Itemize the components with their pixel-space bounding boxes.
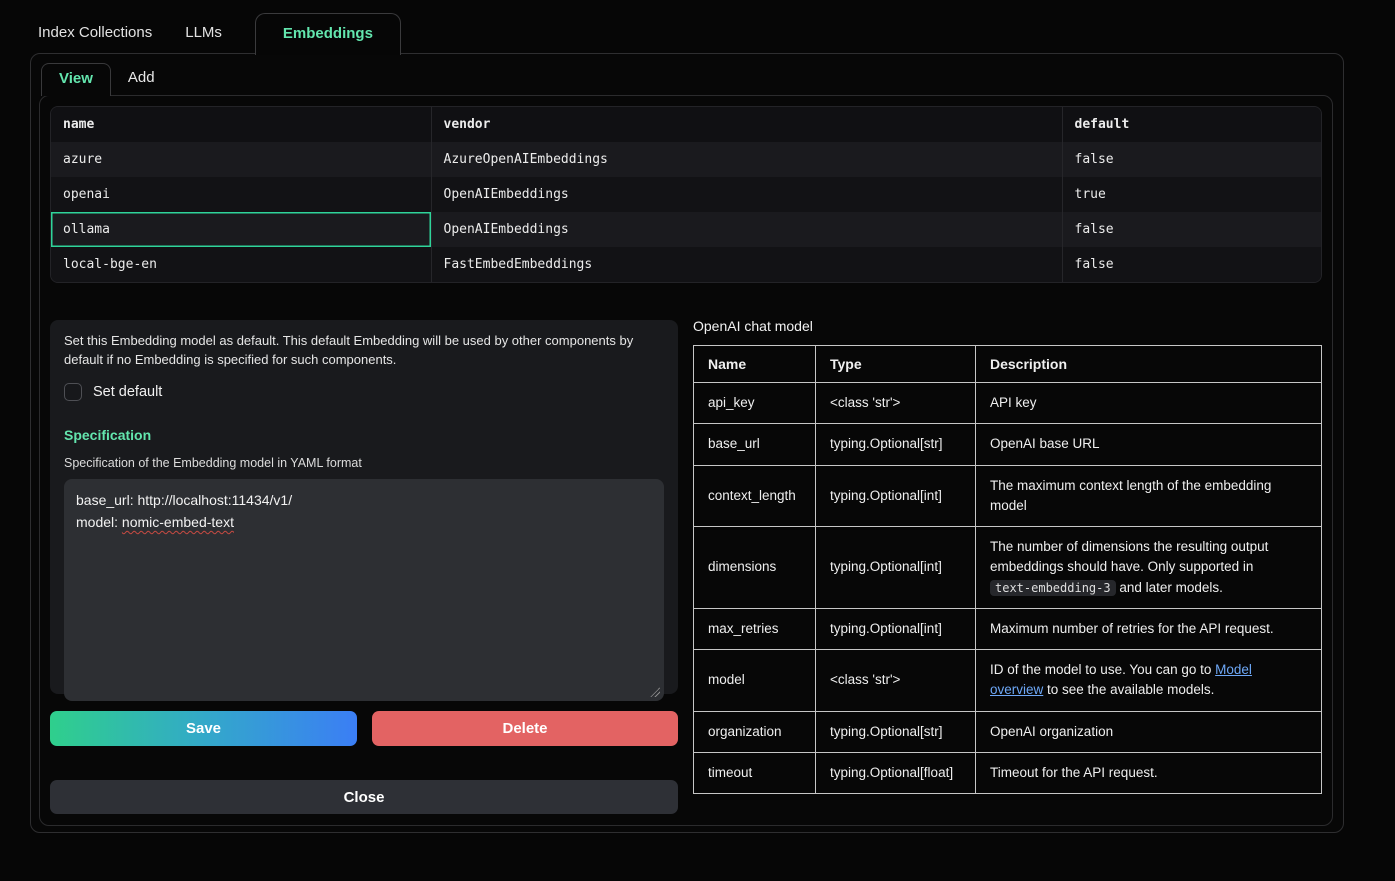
param-description-cell: Timeout for the API request. xyxy=(976,752,1322,793)
model-row-openai[interactable]: openai OpenAIEmbeddings true xyxy=(51,177,1321,212)
param-row-timeout: timeout typing.Optional[float] Timeout f… xyxy=(694,752,1322,793)
param-type-cell: typing.Optional[str] xyxy=(816,711,976,752)
tab-embeddings[interactable]: Embeddings xyxy=(255,13,401,55)
description-text: and later models. xyxy=(1116,580,1223,595)
set-default-checkbox[interactable] xyxy=(64,383,82,401)
embeddings-panel: View Add name vendor default azure Azure… xyxy=(30,53,1344,833)
model-details-panel: OpenAI chat model Name Type Description … xyxy=(693,318,1322,794)
models-header-row: name vendor default xyxy=(51,107,1321,142)
yaml-line-1: base_url: http://localhost:11434/v1/ xyxy=(76,489,652,511)
param-type-cell: typing.Optional[float] xyxy=(816,752,976,793)
model-vendor-cell: FastEmbedEmbeddings xyxy=(431,247,1062,282)
model-row-azure[interactable]: azure AzureOpenAIEmbeddings false xyxy=(51,142,1321,177)
params-header-name: Name xyxy=(694,346,816,383)
main-tab-bar: Index Collections LLMs Embeddings xyxy=(30,13,401,54)
param-name-cell: dimensions xyxy=(694,527,816,609)
delete-button[interactable]: Delete xyxy=(372,711,678,746)
set-default-description: Set this Embedding model as default. Thi… xyxy=(64,332,664,370)
textarea-resize-handle[interactable] xyxy=(650,687,660,697)
description-text: The number of dimensions the resulting o… xyxy=(990,539,1268,574)
action-button-row: Save Delete xyxy=(50,711,678,746)
description-text: Maximum number of retries for the API re… xyxy=(990,621,1274,636)
set-default-row: Set default xyxy=(64,383,664,401)
models-header-vendor: vendor xyxy=(431,107,1062,142)
description-text: OpenAI organization xyxy=(990,724,1113,739)
embedding-config-panel: Set this Embedding model as default. Thi… xyxy=(50,320,678,694)
description-text: ID of the model to use. You can go to xyxy=(990,662,1215,677)
model-row-local-bge-en[interactable]: local-bge-en FastEmbedEmbeddings false xyxy=(51,247,1321,282)
model-default-cell: false xyxy=(1062,212,1321,247)
model-default-cell: false xyxy=(1062,247,1321,282)
param-row-context-length: context_length typing.Optional[int] The … xyxy=(694,465,1322,527)
model-name-cell[interactable]: openai xyxy=(51,177,431,212)
param-name-cell: max_retries xyxy=(694,608,816,649)
description-text: to see the available models. xyxy=(1043,682,1214,697)
close-button[interactable]: Close xyxy=(50,780,678,814)
view-panel: name vendor default azure AzureOpenAIEmb… xyxy=(39,95,1333,826)
description-text: The maximum context length of the embedd… xyxy=(990,478,1271,513)
param-type-cell: typing.Optional[str] xyxy=(816,424,976,465)
model-vendor-cell: OpenAIEmbeddings xyxy=(431,212,1062,247)
model-default-cell: false xyxy=(1062,142,1321,177)
param-type-cell: typing.Optional[int] xyxy=(816,608,976,649)
models-header-default: default xyxy=(1062,107,1321,142)
param-description-cell: API key xyxy=(976,383,1322,424)
param-row-dimensions: dimensions typing.Optional[int] The numb… xyxy=(694,527,1322,609)
param-row-organization: organization typing.Optional[str] OpenAI… xyxy=(694,711,1322,752)
model-name-cell[interactable]: ollama xyxy=(51,212,431,247)
tab-index-collections[interactable]: Index Collections xyxy=(38,24,152,54)
param-row-model: model <class 'str'> ID of the model to u… xyxy=(694,650,1322,712)
param-name-cell: model xyxy=(694,650,816,712)
save-button[interactable]: Save xyxy=(50,711,357,746)
yaml-spec-textarea[interactable]: base_url: http://localhost:11434/v1/ mod… xyxy=(64,479,664,701)
param-description-cell: OpenAI organization xyxy=(976,711,1322,752)
app-root: { "tabs": [ { "label": "Index Collection… xyxy=(0,0,1395,881)
set-default-label: Set default xyxy=(93,384,162,400)
misspelled-word: nomic-embed-text xyxy=(122,514,234,530)
description-text: API key xyxy=(990,395,1037,410)
param-row-api-key: api_key <class 'str'> API key xyxy=(694,383,1322,424)
model-name-cell[interactable]: azure xyxy=(51,142,431,177)
parameters-table: Name Type Description api_key <class 'st… xyxy=(693,345,1322,794)
subtab-add[interactable]: Add xyxy=(111,63,172,95)
param-description-cell: The maximum context length of the embedd… xyxy=(976,465,1322,527)
subtab-view[interactable]: View xyxy=(41,63,111,96)
param-row-base-url: base_url typing.Optional[str] OpenAI bas… xyxy=(694,424,1322,465)
params-header-description: Description xyxy=(976,346,1322,383)
model-row-ollama[interactable]: ollama OpenAIEmbeddings false xyxy=(51,212,1321,247)
param-type-cell: typing.Optional[int] xyxy=(816,527,976,609)
param-row-max-retries: max_retries typing.Optional[int] Maximum… xyxy=(694,608,1322,649)
details-title: OpenAI chat model xyxy=(693,318,1322,334)
param-type-cell: typing.Optional[int] xyxy=(816,465,976,527)
yaml-line-2: model: nomic-embed-text xyxy=(76,511,652,533)
model-name-cell[interactable]: local-bge-en xyxy=(51,247,431,282)
param-description-cell: The number of dimensions the resulting o… xyxy=(976,527,1322,609)
param-name-cell: context_length xyxy=(694,465,816,527)
param-name-cell: organization xyxy=(694,711,816,752)
description-text: Timeout for the API request. xyxy=(990,765,1158,780)
tab-llms[interactable]: LLMs xyxy=(185,24,222,54)
model-vendor-cell: AzureOpenAIEmbeddings xyxy=(431,142,1062,177)
params-header-type: Type xyxy=(816,346,976,383)
param-description-cell: Maximum number of retries for the API re… xyxy=(976,608,1322,649)
description-text: OpenAI base URL xyxy=(990,436,1100,451)
inline-code: text-embedding-3 xyxy=(990,580,1116,596)
embedding-models-table: name vendor default azure AzureOpenAIEmb… xyxy=(50,106,1322,283)
specification-heading: Specification xyxy=(64,427,664,443)
specification-help-text: Specification of the Embedding model in … xyxy=(64,456,664,470)
param-name-cell: base_url xyxy=(694,424,816,465)
param-name-cell: timeout xyxy=(694,752,816,793)
param-description-cell: OpenAI base URL xyxy=(976,424,1322,465)
params-header-row: Name Type Description xyxy=(694,346,1322,383)
param-type-cell: <class 'str'> xyxy=(816,650,976,712)
param-type-cell: <class 'str'> xyxy=(816,383,976,424)
param-description-cell: ID of the model to use. You can go to Mo… xyxy=(976,650,1322,712)
model-vendor-cell: OpenAIEmbeddings xyxy=(431,177,1062,212)
view-add-tab-bar: View Add xyxy=(41,63,172,95)
param-name-cell: api_key xyxy=(694,383,816,424)
models-header-name: name xyxy=(51,107,431,142)
model-default-cell: true xyxy=(1062,177,1321,212)
